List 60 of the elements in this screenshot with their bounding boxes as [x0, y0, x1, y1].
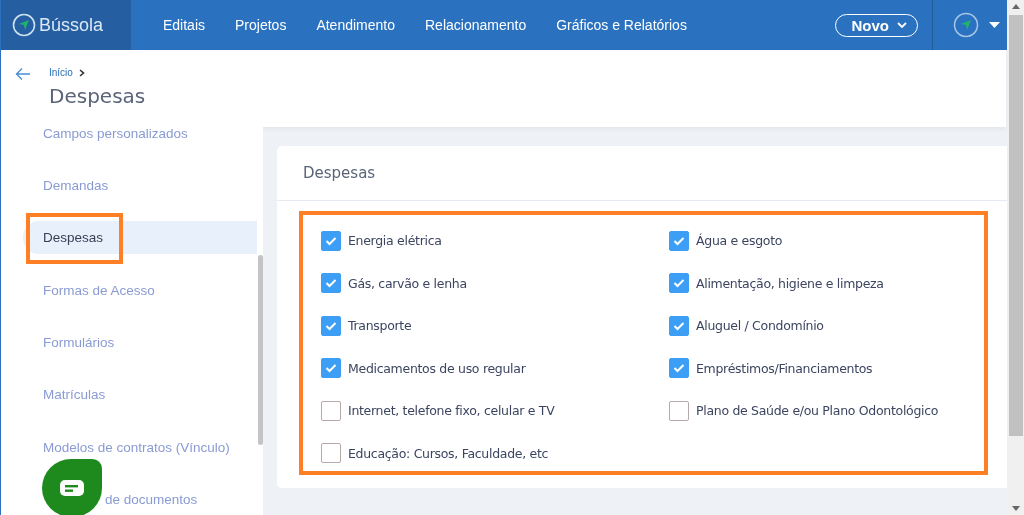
- nav-link[interactable]: Atendimento: [316, 17, 395, 33]
- checkbox-label: Aluguel / Condomínio: [696, 318, 824, 333]
- checkmark-icon: [673, 363, 685, 373]
- nav-link[interactable]: Gráficos e Relatórios: [556, 17, 687, 33]
- checkbox[interactable]: [321, 230, 341, 251]
- checkbox-label: Internet, telefone fixo, celular e TV: [348, 403, 555, 418]
- checkbox-label: Energia elétrica: [348, 233, 442, 248]
- compass-logo-icon: [12, 13, 36, 37]
- breadcrumb-link[interactable]: Início: [49, 67, 73, 78]
- scrollbar-thumb[interactable]: [1008, 15, 1023, 436]
- compass-avatar-icon: [953, 12, 979, 38]
- sidebar-item[interactable]: Campos personalizados: [1, 127, 257, 150]
- checkbox-label: Empréstimos/Financiamentos: [696, 360, 873, 376]
- checkbox[interactable]: [321, 443, 341, 463]
- checkmark-icon: [673, 278, 685, 288]
- checkbox[interactable]: [669, 273, 689, 293]
- scrollbar-thumb[interactable]: [258, 255, 263, 445]
- checkbox-label: Transporte: [348, 318, 412, 333]
- checkbox-label: Gás, carvão e lenha: [348, 275, 467, 291]
- checkbox[interactable]: [321, 358, 341, 378]
- chevron-right-icon: [78, 68, 85, 77]
- chevron-down-icon: [897, 21, 907, 29]
- checkmark-icon: [325, 363, 337, 373]
- sidebar-item[interactable]: Demandas: [1, 168, 257, 202]
- checkmark-icon: [325, 278, 337, 288]
- nav-link[interactable]: Editais: [163, 17, 206, 33]
- nav-link[interactable]: Projetos: [235, 17, 287, 33]
- sidebar-item[interactable]: Formas de Acesso: [1, 273, 257, 307]
- checkbox-label: Plano de Saúde e/ou Plano Odontológico: [696, 403, 939, 418]
- chat-bubble-icon: [59, 479, 85, 497]
- nav-link[interactable]: Relacionamento: [425, 17, 527, 33]
- logo-text: Bússola: [39, 14, 104, 36]
- checkmark-icon: [673, 235, 685, 246]
- user-menu-button[interactable]: [953, 12, 1000, 38]
- checkmark-icon: [673, 320, 685, 331]
- checkbox[interactable]: [669, 400, 689, 421]
- checkbox-label: Água e esgoto: [696, 233, 783, 248]
- back-arrow-icon[interactable]: [15, 67, 31, 81]
- checkbox-label: Medicamentos de uso regular: [348, 360, 526, 376]
- checkbox-label: Alimentação, higiene e limpeza: [696, 275, 884, 291]
- checkbox[interactable]: [669, 230, 689, 251]
- sidebar-item[interactable]: Formulários: [1, 326, 257, 360]
- checkbox[interactable]: [669, 358, 689, 378]
- page-title: Despesas: [49, 84, 146, 108]
- checkbox[interactable]: [321, 273, 341, 293]
- checkmark-icon: [325, 320, 337, 331]
- checkbox-label: Educação: Cursos, Faculdade, etc: [348, 445, 549, 461]
- checkbox[interactable]: [321, 400, 341, 421]
- logo-area[interactable]: Bússola: [1, 0, 131, 50]
- checkmark-icon: [325, 235, 337, 246]
- checkbox[interactable]: [669, 315, 689, 336]
- checkbox[interactable]: [321, 315, 341, 336]
- scroll-down-icon[interactable]: [1011, 506, 1020, 511]
- sidebar-item[interactable]: Modelos de contratos (Vínculo): [1, 430, 257, 464]
- caret-down-icon: [989, 21, 1000, 29]
- sidebar-item[interactable]: Despesas: [23, 221, 257, 255]
- sidebar-item[interactable]: de documentos: [1, 483, 257, 515]
- sidebar-item[interactable]: Matrículas: [1, 378, 257, 412]
- chat-button[interactable]: [42, 459, 102, 515]
- scroll-up-icon[interactable]: [1011, 4, 1020, 9]
